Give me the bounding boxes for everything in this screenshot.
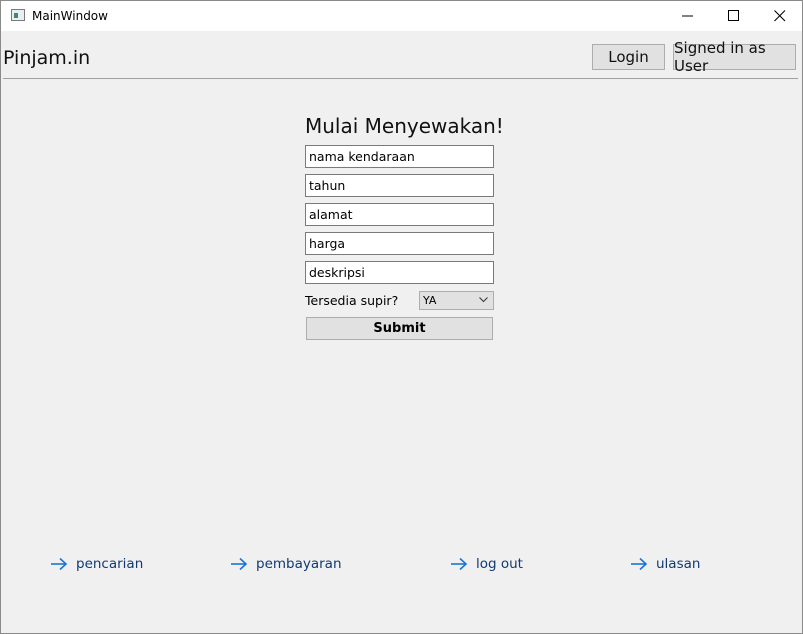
window-title: MainWindow: [32, 9, 108, 23]
tahun-field[interactable]: tahun: [305, 174, 494, 197]
nav-pencarian-label: pencarian: [76, 556, 144, 572]
brand-title: Pinjam.in: [3, 47, 91, 69]
nav-log-out-label: log out: [476, 556, 523, 572]
supir-select[interactable]: YA: [419, 291, 494, 310]
alamat-field[interactable]: alamat: [305, 203, 494, 226]
close-icon: [774, 10, 786, 22]
arrow-right-icon: [631, 557, 648, 571]
nav-pembayaran-label: pembayaran: [256, 556, 342, 572]
app-icon: [11, 9, 25, 21]
nav-ulasan-label: ulasan: [656, 556, 701, 572]
harga-field[interactable]: harga: [305, 232, 494, 255]
form-title: Mulai Menyewakan!: [305, 114, 504, 138]
nav-log-out[interactable]: log out: [450, 554, 523, 574]
main-window: MainWindow Pinjam.in Login Signed in as …: [0, 0, 803, 634]
header-divider: [3, 78, 798, 79]
close-button[interactable]: [757, 1, 802, 31]
login-button[interactable]: Login: [592, 44, 665, 70]
minimize-icon: [682, 15, 693, 17]
title-bar[interactable]: MainWindow: [1, 1, 802, 31]
arrow-right-icon: [451, 557, 468, 571]
nav-pembayaran[interactable]: pembayaran: [230, 554, 342, 574]
supir-select-value: YA: [423, 294, 437, 307]
nav-ulasan[interactable]: ulasan: [630, 554, 700, 574]
deskripsi-field[interactable]: deskripsi: [305, 261, 494, 284]
maximize-button[interactable]: [711, 1, 757, 31]
minimize-button[interactable]: [665, 1, 711, 31]
signed-in-button[interactable]: Signed in as User: [673, 39, 796, 75]
supir-label: Tersedia supir?: [305, 293, 399, 308]
arrow-right-icon: [51, 557, 68, 571]
nav-pencarian[interactable]: pencarian: [50, 554, 143, 574]
arrow-right-icon: [231, 557, 248, 571]
nama-kendaraan-field[interactable]: nama kendaraan: [305, 145, 494, 168]
maximize-icon: [728, 10, 739, 21]
chevron-down-icon: [479, 297, 488, 303]
submit-button[interactable]: Submit: [306, 317, 493, 340]
